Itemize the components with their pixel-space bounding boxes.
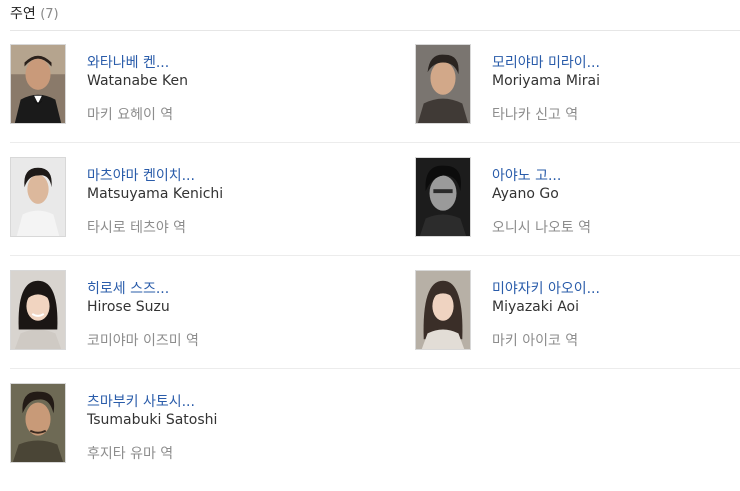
cast-name-en: Matsuyama Kenichi [87, 186, 224, 202]
cast-name-link[interactable]: 미야자키 아오이... [492, 278, 600, 298]
actor-photo[interactable] [415, 157, 471, 237]
row-divider [10, 255, 740, 256]
cast-card: 와타나베 켄... Watanabe Ken 마키 요헤이 역 [10, 44, 330, 126]
cast-name-en: Ayano Go [492, 186, 559, 202]
cast-role: 마키 아이코 역 [492, 333, 579, 349]
cast-role: 코미야마 이즈미 역 [87, 333, 199, 349]
cast-role: 오니시 나오토 역 [492, 220, 592, 236]
cast-name-en: Hirose Suzu [87, 299, 170, 315]
cast-role: 타나카 신고 역 [492, 107, 579, 123]
cast-role: 마키 요헤이 역 [87, 107, 174, 123]
actor-photo[interactable] [10, 383, 66, 463]
cast-name-en: Moriyama Mirai [492, 73, 601, 89]
cast-role: 후지타 유마 역 [87, 446, 174, 462]
actor-photo[interactable] [415, 44, 471, 124]
cast-role: 타시로 테츠야 역 [87, 220, 187, 236]
row-divider [10, 368, 740, 369]
actress-photo[interactable] [10, 270, 66, 350]
section-header: 주연 (7) [10, 3, 59, 23]
actor-photo[interactable] [10, 157, 66, 237]
cast-name-en: Miyazaki Aoi [492, 299, 579, 315]
cast-name-link[interactable]: 츠마부키 사토시... [87, 391, 195, 411]
header-divider [10, 30, 740, 31]
cast-card: 츠마부키 사토시... Tsumabuki Satoshi 후지타 유마 역 [10, 383, 330, 465]
cast-name-link[interactable]: 모리야마 미라이... [492, 52, 600, 72]
cast-card: 히로세 스즈... Hirose Suzu 코미야마 이즈미 역 [10, 270, 330, 352]
cast-name-link[interactable]: 아야노 고... [492, 165, 561, 185]
cast-name-link[interactable]: 와타나베 켄... [87, 52, 169, 72]
actress-photo[interactable] [415, 270, 471, 350]
cast-card: 미야자키 아오이... Miyazaki Aoi 마키 아이코 역 [415, 270, 735, 352]
cast-name-link[interactable]: 마츠야마 켄이치... [87, 165, 195, 185]
cast-count: (7) [40, 7, 59, 22]
cast-card: 모리야마 미라이... Moriyama Mirai 타나카 신고 역 [415, 44, 735, 126]
cast-card: 마츠야마 켄이치... Matsuyama Kenichi 타시로 테츠야 역 [10, 157, 330, 239]
cast-name-en: Tsumabuki Satoshi [87, 412, 218, 428]
row-divider [10, 142, 740, 143]
section-title: 주연 [10, 6, 36, 22]
cast-card: 아야노 고... Ayano Go 오니시 나오토 역 [415, 157, 735, 239]
cast-name-link[interactable]: 히로세 스즈... [87, 278, 169, 298]
actor-photo[interactable] [10, 44, 66, 124]
cast-name-en: Watanabe Ken [87, 73, 188, 89]
